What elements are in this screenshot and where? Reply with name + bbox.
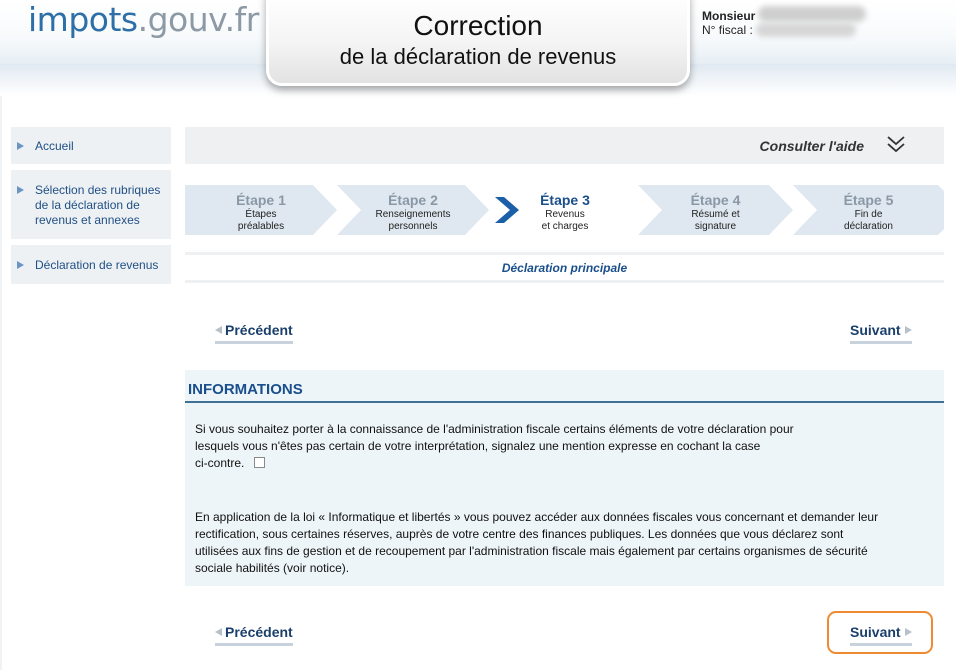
sidebar-item-label-line: de la déclaration de [35,198,140,212]
step-title: Étape 3 [540,192,590,208]
previous-label: Précédent [225,322,293,338]
next-label: Suivant [850,322,901,338]
user-info: Monsieur N° fiscal : [702,9,755,37]
step-title: Étape 5 [843,192,894,208]
next-label: Suivant [850,624,901,640]
previous-button-top[interactable]: Précédent [215,322,293,344]
fiscal-number-label: N° fiscal : [702,23,753,37]
text-line: rectification, sous certaines réserves, … [195,527,844,541]
step-5: Étape 5 Fin de déclaration [793,185,944,235]
sidebar-item-selection-rubriques[interactable]: Sélection des rubriques de la déclaratio… [11,170,171,239]
text-line: utilisées aux fins de gestion et de reco… [195,544,868,558]
step-4: Étape 4 Résumé et signature [638,185,793,235]
text-line: En application de la loi « Informatique … [195,510,879,524]
next-button-top[interactable]: Suivant [850,322,912,344]
text-line: sociale habilités (voir notice). [195,561,350,575]
previous-button-bottom[interactable]: Précédent [215,624,293,646]
step-subtitle: préalables [237,221,285,232]
sidebar-item-label-line: Sélection des rubriques [35,183,161,197]
information-title: INFORMATIONS [188,381,303,398]
step-subtitle: déclaration [844,221,893,232]
text-line: Si vous souhaitez porter à la connaissan… [195,422,794,436]
text-line: ci-contre. [195,456,245,470]
step-subtitle: Fin de [854,209,883,220]
help-bar: Consulter l'aide [185,127,944,164]
step-subtitle: Renseignements [375,209,451,220]
previous-label: Précédent [225,624,293,640]
text-line: lesquels vous n'êtes pas certain de votr… [195,439,761,453]
page-title: Correction [413,10,543,41]
triangle-left-icon [215,628,222,636]
step-subtitle: Revenus [545,209,585,220]
sidebar-item-accueil[interactable]: Accueil [11,127,171,164]
triangle-right-icon [904,628,912,636]
step-title: Étape 1 [236,192,286,208]
sidebar-item-label: Déclaration de revenus [35,258,159,272]
logo-part-2: .gouv.fr [137,0,260,39]
step-1: Étape 1 Étapes préalables [185,185,337,235]
redacted-fiscal-number [756,23,856,37]
informatique-libertes-text: En application de la loi « Informatique … [195,509,940,577]
user-label: Monsieur [702,9,756,23]
mention-expresse-text: Si vous souhaitez porter à la connaissan… [195,421,895,472]
triangle-left-icon [215,326,222,334]
step-2: Étape 2 Renseignements personnels [337,185,489,235]
information-panel: INFORMATIONS Si vous souhaitez porter à … [185,370,944,586]
step-subtitle: et charges [541,221,589,232]
sidebar-item-label-line: revenus et annexes [35,213,140,227]
sidebar-item-label: Sélection des rubriques de la déclaratio… [35,183,160,228]
step-title: Étape 2 [388,192,438,208]
redacted-user-name [758,6,866,22]
logo-part-1: impots [28,0,138,39]
triangle-right-icon [17,261,24,269]
next-button-bottom[interactable]: Suivant [850,624,912,646]
step-progress: Étape 1 Étapes préalables Étape 2 Rensei… [185,185,944,235]
page-title-box: Correction de la déclaration de revenus [266,0,690,86]
step-subtitle: personnels [388,221,438,232]
mention-expresse-checkbox[interactable] [254,457,266,468]
page-subtitle: de la déclaration de revenus [339,44,617,69]
triangle-right-icon [17,186,24,194]
information-header: INFORMATIONS [185,370,944,403]
step-subtitle: Résumé et [691,209,740,220]
step-3: Étape 3 Revenus et charges [489,185,641,235]
step-subtitle: Étapes [245,209,277,220]
triangle-right-icon [904,326,912,334]
step-subtitle: signature [694,221,737,232]
triangle-right-icon [17,142,24,150]
left-divider [0,96,2,670]
site-logo[interactable]: impots.gouv.fr [28,0,259,39]
double-chevron-down-icon[interactable] [885,134,907,154]
sidebar-item-declaration-revenus[interactable]: Déclaration de revenus [11,245,171,284]
sidebar-item-label: Accueil [35,139,74,153]
help-link[interactable]: Consulter l'aide [760,138,864,154]
section-label: Déclaration principale [185,252,944,283]
step-title: Étape 4 [690,192,741,208]
